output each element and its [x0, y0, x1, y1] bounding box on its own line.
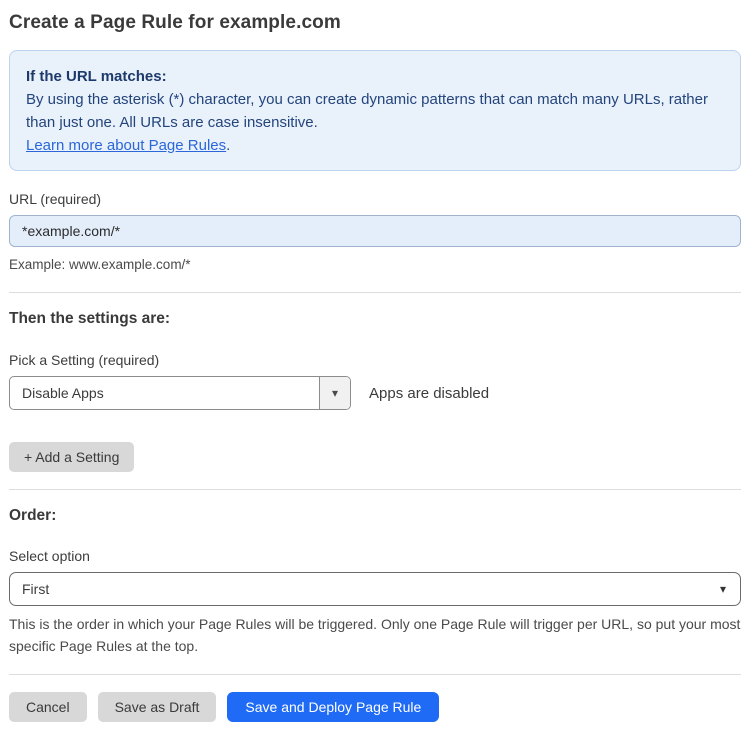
setting-picker-value: Disable Apps	[22, 385, 104, 401]
settings-section-heading: Then the settings are:	[9, 310, 171, 327]
setting-row: Disable Apps ▾ Apps are disabled	[9, 376, 741, 410]
info-box-link-line: Learn more about Page Rules.	[26, 134, 724, 157]
add-setting-button[interactable]: + Add a Setting	[9, 442, 135, 472]
setting-status-text: Apps are disabled	[369, 384, 490, 402]
chevron-down-icon: ▾	[719, 582, 726, 596]
url-field-label: URL (required)	[9, 191, 102, 207]
url-example-text: Example: www.example.com/*	[9, 257, 191, 272]
save-and-deploy-button[interactable]: Save and Deploy Page Rule	[227, 692, 440, 722]
order-select-value: First	[22, 581, 50, 597]
info-box-body: By using the asterisk (*) character, you…	[26, 91, 708, 131]
setting-picker-dropdown[interactable]: Disable Apps ▾	[9, 376, 351, 410]
info-box-heading: If the URL matches:	[26, 68, 167, 85]
action-bar: Cancel Save as Draft Save and Deploy Pag…	[9, 692, 741, 722]
divider	[9, 489, 741, 490]
page-title: Create a Page Rule for example.com	[9, 12, 341, 33]
order-help-text: This is the order in which your Page Rul…	[9, 616, 741, 654]
create-page-rule-form: Create a Page Rule for example.com If th…	[0, 0, 750, 736]
url-input[interactable]	[9, 215, 741, 247]
cancel-button[interactable]: Cancel	[9, 692, 87, 722]
setting-picker-label: Pick a Setting (required)	[9, 352, 160, 368]
link-suffix: .	[226, 137, 231, 154]
url-match-info-box: If the URL matches: By using the asteris…	[9, 50, 741, 171]
divider	[9, 674, 741, 675]
divider	[9, 292, 741, 293]
save-as-draft-button[interactable]: Save as Draft	[97, 692, 217, 722]
order-select-dropdown[interactable]: First ▾	[9, 572, 741, 606]
order-select-label: Select option	[9, 548, 90, 564]
chevron-down-icon[interactable]: ▾	[319, 377, 350, 409]
learn-more-link[interactable]: Learn more about Page Rules	[26, 137, 226, 154]
order-section-heading: Order:	[9, 507, 57, 524]
